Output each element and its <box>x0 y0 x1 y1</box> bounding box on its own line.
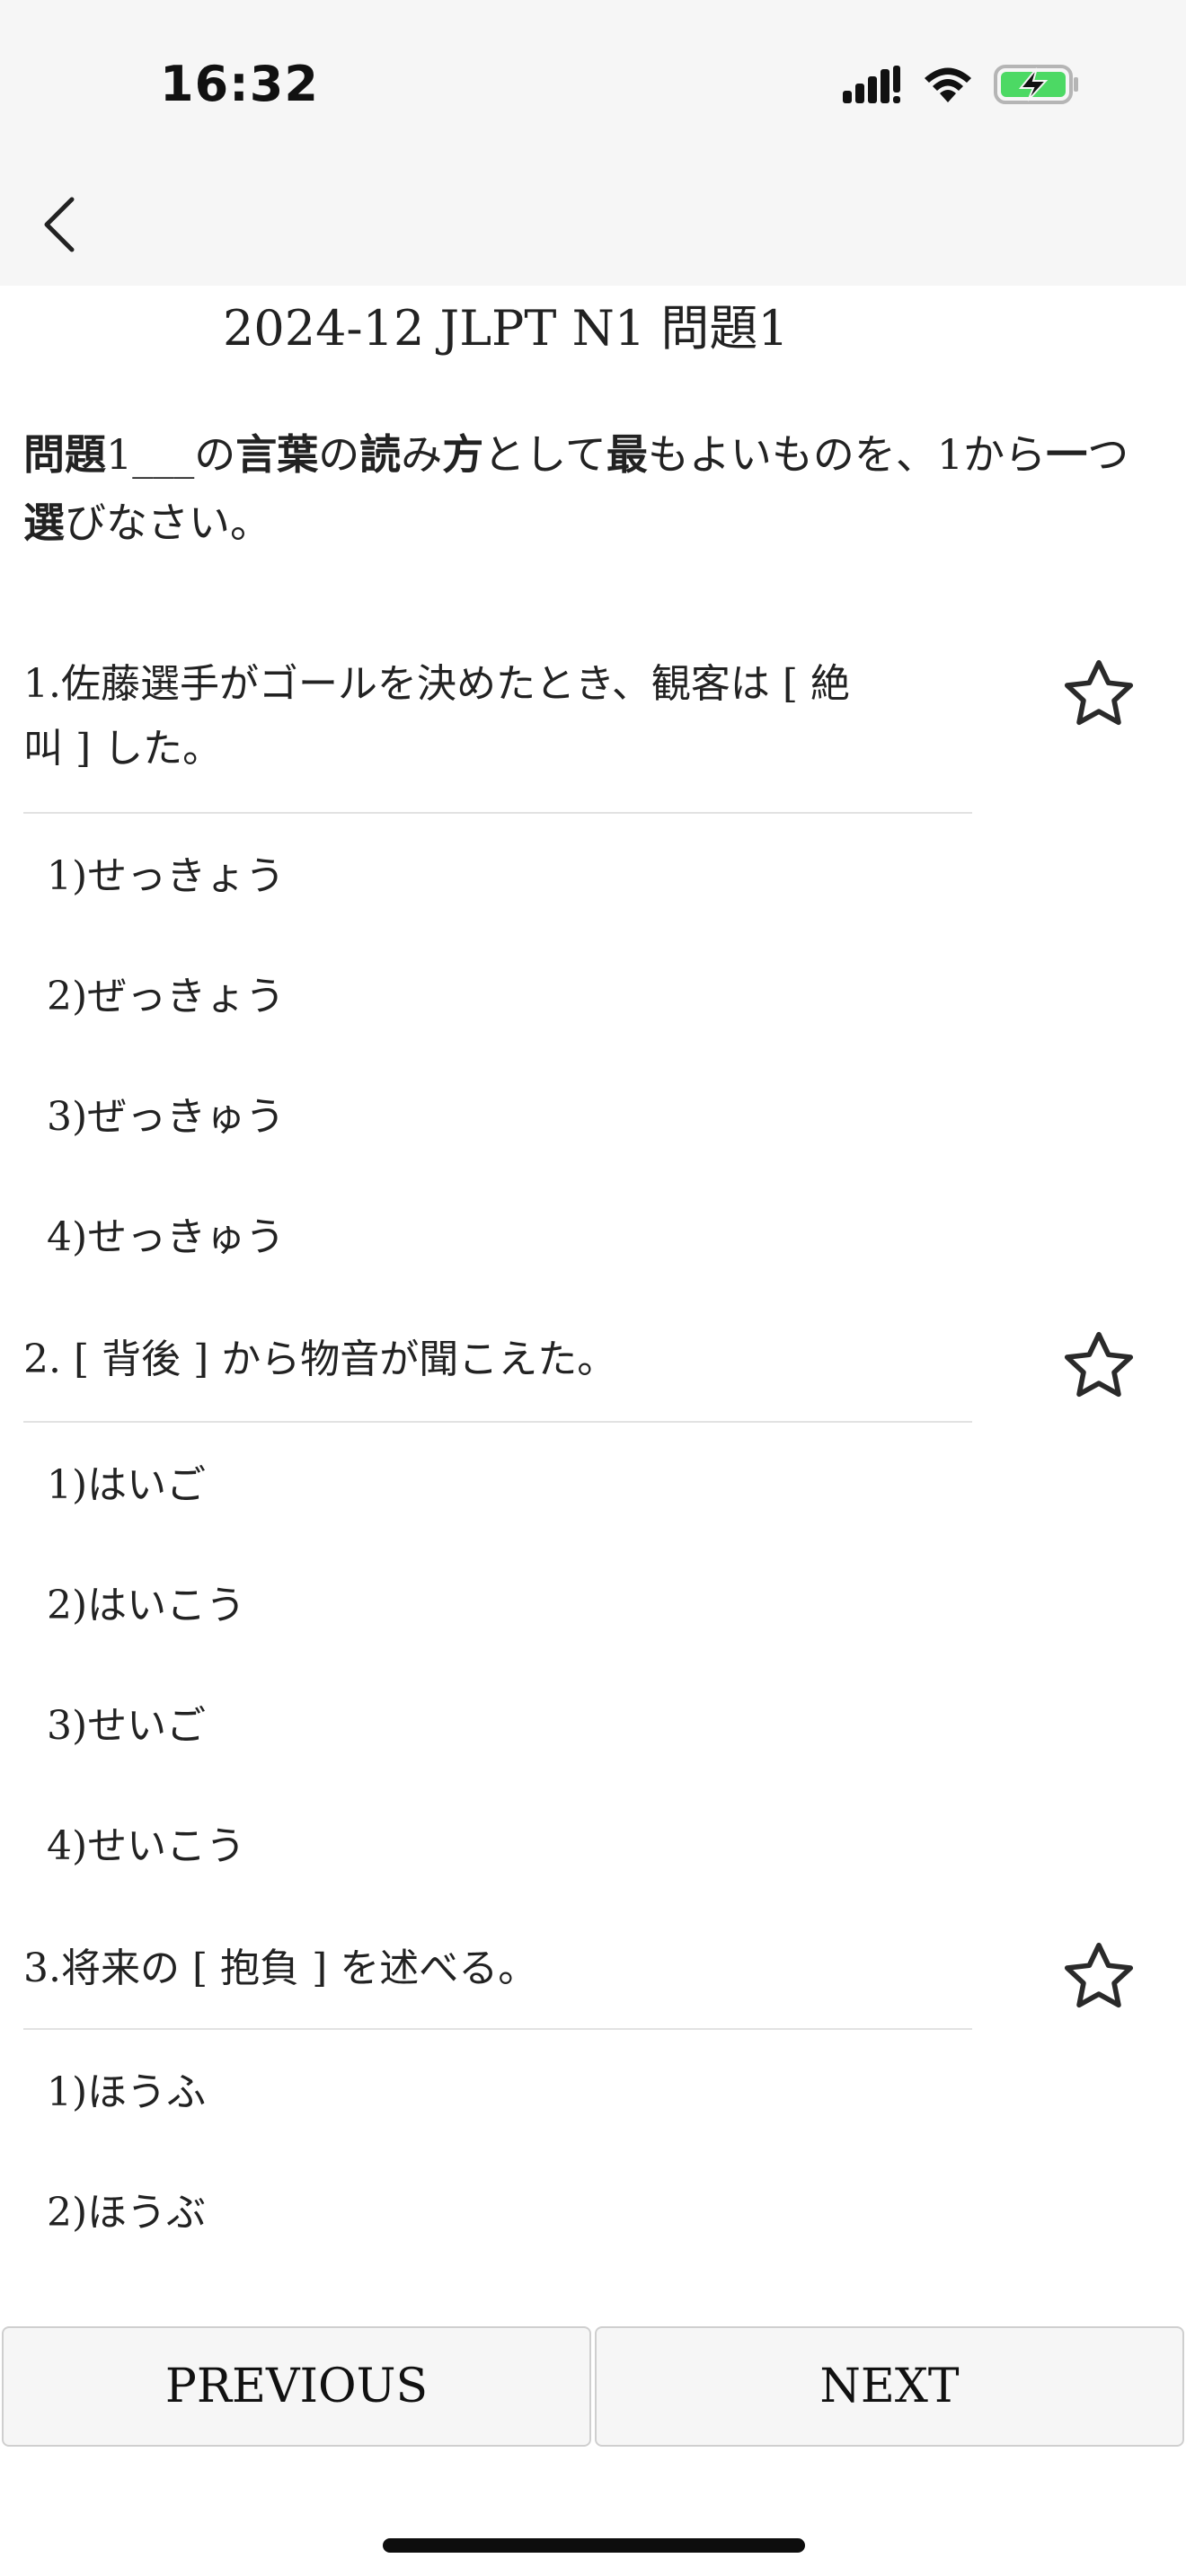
cellular-signal-icon <box>843 66 902 107</box>
page-title: 2024-12 JLPT N1 問題1 <box>223 300 789 357</box>
answer-option[interactable]: 3)せいご <box>47 1698 206 1755</box>
question-divider <box>23 2028 972 2030</box>
star-icon <box>1064 1331 1134 1398</box>
chevron-left-icon <box>41 196 77 257</box>
wifi-icon <box>922 65 974 108</box>
favorite-star-button[interactable] <box>1058 1326 1139 1407</box>
star-icon <box>1064 659 1134 726</box>
answer-option[interactable]: 1)ほうふ <box>47 2064 206 2122</box>
answer-option[interactable]: 3)ぜっきゅう <box>47 1089 285 1146</box>
instruction-text: 問題1___の言葉の読み方として最もよいものを、1から一つ選びなさい。 <box>23 430 1129 547</box>
next-button[interactable]: NEXT <box>595 2326 1184 2447</box>
answer-option[interactable]: 4)せっきゅう <box>47 1209 285 1266</box>
answer-option[interactable]: 2)はいこう <box>47 1577 245 1635</box>
answer-option[interactable]: 2)ほうぶ <box>47 2184 206 2242</box>
question-2: 2. [ 背後 ] から物音が聞こえた。 <box>23 1328 972 1412</box>
answer-option[interactable]: 2)ぜっきょう <box>47 968 285 1026</box>
favorite-star-button[interactable] <box>1058 654 1139 735</box>
top-bar: 16:32 <box>0 0 1186 286</box>
favorite-star-button[interactable] <box>1058 1936 1139 2017</box>
answer-option[interactable]: 1)せっきょう <box>47 848 285 905</box>
previous-button[interactable]: PREVIOUS <box>2 2326 591 2447</box>
answer-option[interactable]: 4)せいこう <box>47 1818 245 1875</box>
status-time: 16:32 <box>160 56 319 112</box>
question-text: 1.佐藤選手がゴールを決めたとき、観客は [ 絶叫 ] した。 <box>23 661 851 772</box>
question-text: 2. [ 背後 ] から物音が聞こえた。 <box>23 1337 617 1382</box>
status-icons <box>843 63 1080 110</box>
star-icon <box>1064 1942 1134 2008</box>
question-3: 3.将来の [ 抱負 ] を述べる。 <box>23 1936 972 2021</box>
home-indicator <box>383 2538 805 2553</box>
question-divider <box>23 812 972 814</box>
question-1: 1.佐藤選手がゴールを決めたとき、観客は [ 絶叫 ] した。 <box>23 652 972 801</box>
answer-option[interactable]: 1)はいご <box>47 1457 206 1514</box>
battery-charging-icon <box>994 63 1080 110</box>
question-text: 3.将来の [ 抱負 ] を述べる。 <box>23 1945 538 1991</box>
back-button[interactable] <box>32 192 86 260</box>
question-divider <box>23 1421 972 1423</box>
